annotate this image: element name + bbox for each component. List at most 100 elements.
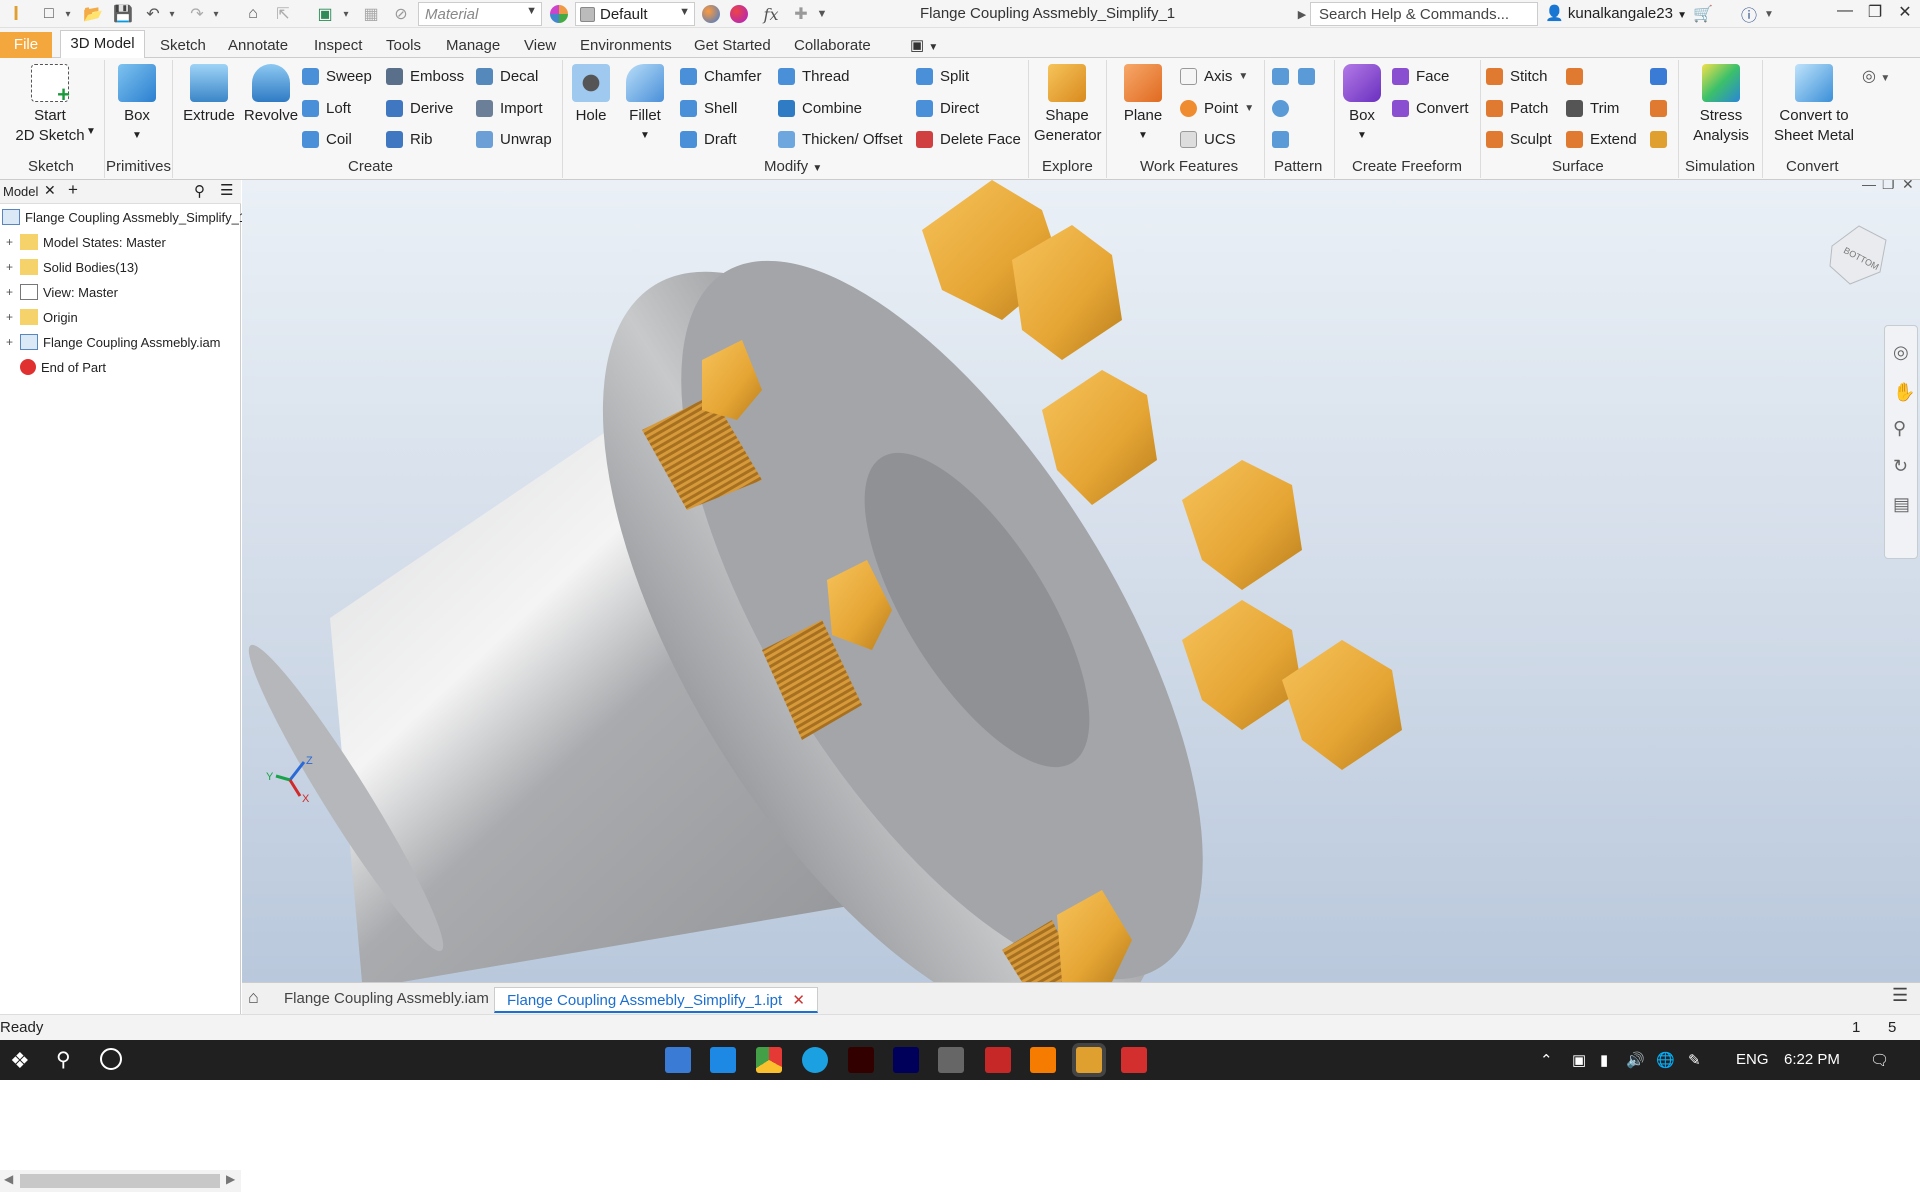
material-select[interactable]: Material ▼	[418, 2, 542, 26]
rectangular-pattern-button[interactable]	[1272, 64, 1296, 88]
expand-icon[interactable]: +	[6, 235, 16, 249]
inventor-icon[interactable]	[1076, 1047, 1102, 1073]
redo-dropdown-icon[interactable]: ▾	[210, 3, 222, 25]
bolt-head[interactable]	[1282, 640, 1402, 770]
disable-icon[interactable]: ⊘	[390, 3, 412, 25]
pen-icon[interactable]: ✎	[1688, 1051, 1701, 1069]
revolve-button[interactable]: Revolve	[240, 64, 302, 126]
battery-icon[interactable]: ▮	[1600, 1051, 1608, 1069]
new-dropdown-icon[interactable]: ▾	[62, 3, 74, 25]
menu-icon[interactable]: ☰	[220, 181, 233, 199]
ribbon-options-icon[interactable]: ◎ ▼	[1862, 66, 1890, 86]
steering-wheel-icon[interactable]: ◎	[1893, 342, 1909, 363]
clear-appearance-icon[interactable]	[728, 3, 750, 25]
box-primitive-button[interactable]: Box ▼	[112, 64, 162, 146]
tab-tools[interactable]: Tools	[386, 37, 421, 54]
home-icon[interactable]: ⌂	[248, 987, 259, 1008]
circular-pattern-button[interactable]	[1272, 96, 1296, 120]
fusion-icon[interactable]	[1030, 1047, 1056, 1073]
flange-coupling-model[interactable]: Z X Y	[242, 180, 1920, 982]
meet-now-icon[interactable]: ▣	[1572, 1051, 1586, 1069]
file-tab[interactable]: File	[0, 32, 52, 58]
convert-to-sheet-metal-button[interactable]: Convert to Sheet Metal	[1766, 64, 1862, 146]
repair-bodies-button[interactable]	[1650, 96, 1674, 120]
split-button[interactable]: Split	[916, 64, 969, 88]
customize-qat-icon[interactable]: ▼	[814, 3, 830, 25]
patch-button[interactable]: Patch	[1486, 96, 1548, 120]
combine-button[interactable]: Combine	[778, 96, 862, 120]
expand-icon[interactable]: +	[6, 260, 16, 274]
loft-button[interactable]: Loft	[302, 96, 351, 120]
fillet-button[interactable]: Fillet ▼	[618, 64, 672, 146]
search-icon[interactable]: ⚲	[194, 182, 205, 200]
inventor-logo-icon[interactable]: I	[6, 3, 26, 25]
edge-icon[interactable]	[802, 1047, 828, 1073]
close-icon[interactable]: ✕	[792, 992, 805, 1009]
unwrap-button[interactable]: Unwrap	[476, 127, 552, 151]
bolt-head[interactable]	[1182, 460, 1302, 590]
tab-sketch[interactable]: Sketch	[160, 37, 206, 54]
shell-button[interactable]: Shell	[680, 96, 737, 120]
tab-manage[interactable]: Manage	[446, 37, 500, 54]
extrude-button[interactable]: Extrude	[180, 64, 238, 126]
clock[interactable]: 6:22 PM	[1784, 1051, 1840, 1068]
taskbar-app-icon[interactable]	[665, 1047, 691, 1073]
freeform-convert-button[interactable]: Convert	[1392, 96, 1469, 120]
expand-icon[interactable]: +	[6, 335, 16, 349]
measure-icon[interactable]: ▦	[358, 3, 384, 25]
shape-generator-button[interactable]: Shape Generator	[1034, 64, 1102, 146]
bolt-head[interactable]	[1182, 600, 1302, 730]
appearance-select[interactable]: Default ▼	[575, 2, 695, 26]
chrome-icon[interactable]	[756, 1047, 782, 1073]
tab-3d-model[interactable]: 3D Model	[60, 30, 145, 58]
user-account[interactable]: 👤 kunalkangale23 ▼	[1545, 4, 1687, 22]
trim-button[interactable]: Trim	[1566, 96, 1619, 120]
select-icon[interactable]: ⇱	[270, 3, 296, 25]
undo-icon[interactable]: ↶	[140, 3, 166, 25]
appearance-ball-icon[interactable]	[548, 3, 570, 25]
mirror-button[interactable]	[1298, 64, 1322, 88]
new-file-icon[interactable]: □	[36, 3, 62, 25]
chamfer-button[interactable]: Chamfer	[680, 64, 762, 88]
draft-button[interactable]: Draft	[680, 127, 737, 151]
sweep-button[interactable]: Sweep	[302, 64, 372, 88]
cortana-icon[interactable]	[100, 1048, 122, 1070]
premiere-icon[interactable]	[893, 1047, 919, 1073]
stress-analysis-button[interactable]: Stress Analysis	[1684, 64, 1758, 146]
update-icon[interactable]: ▣	[312, 3, 338, 25]
expand-icon[interactable]: +	[6, 310, 16, 324]
coil-button[interactable]: Coil	[302, 127, 352, 151]
undo-dropdown-icon[interactable]: ▾	[166, 3, 178, 25]
scroll-thumb[interactable]	[20, 1174, 220, 1188]
network-icon[interactable]: 🌐	[1656, 1051, 1675, 1069]
taskbar-app-icon[interactable]	[710, 1047, 736, 1073]
tab-environments[interactable]: Environments	[580, 37, 672, 54]
bolt-head[interactable]	[1042, 370, 1157, 505]
minimize-icon[interactable]: —	[1830, 2, 1860, 26]
rib-button[interactable]: Rib	[386, 127, 433, 151]
close-icon[interactable]: ✕	[44, 182, 56, 199]
decal-button[interactable]: Decal	[476, 64, 538, 88]
tree-item-end-of-part[interactable]: End of Part	[0, 355, 106, 379]
tree-item-solid-bodies[interactable]: + Solid Bodies(13)	[0, 255, 138, 279]
tab-view[interactable]: View	[524, 37, 556, 54]
viewport-close-icon[interactable]: ✕	[1902, 180, 1914, 193]
import-button[interactable]: Import	[476, 96, 543, 120]
volume-icon[interactable]: 🔊	[1626, 1051, 1645, 1069]
look-at-icon[interactable]: ▤	[1893, 494, 1910, 515]
thicken-offset-button[interactable]: Thicken/ Offset	[778, 127, 903, 151]
ruled-surface-button[interactable]	[1566, 64, 1590, 88]
open-file-icon[interactable]: 📂	[80, 3, 106, 25]
help-dropdown-icon[interactable]: ▼	[1762, 3, 1776, 25]
doc-tab-active-part[interactable]: Flange Coupling Assmebly_Simplify_1.ipt …	[494, 987, 818, 1013]
acrobat-icon[interactable]	[1121, 1047, 1147, 1073]
expand-icon[interactable]: +	[6, 285, 16, 299]
point-button[interactable]: Point ▼	[1180, 96, 1254, 120]
direct-button[interactable]: Direct	[916, 96, 979, 120]
viewport-restore-icon[interactable]: ❐	[1882, 180, 1895, 193]
tab-inspect[interactable]: Inspect	[314, 37, 362, 54]
notifications-icon[interactable]: 🗨	[1870, 1051, 1889, 1069]
tree-item-derived-assembly[interactable]: + Flange Coupling Assmebly.iam	[0, 330, 221, 354]
tree-item-view[interactable]: + View: Master	[0, 280, 118, 304]
group-modify[interactable]: Modify ▼	[764, 158, 822, 175]
